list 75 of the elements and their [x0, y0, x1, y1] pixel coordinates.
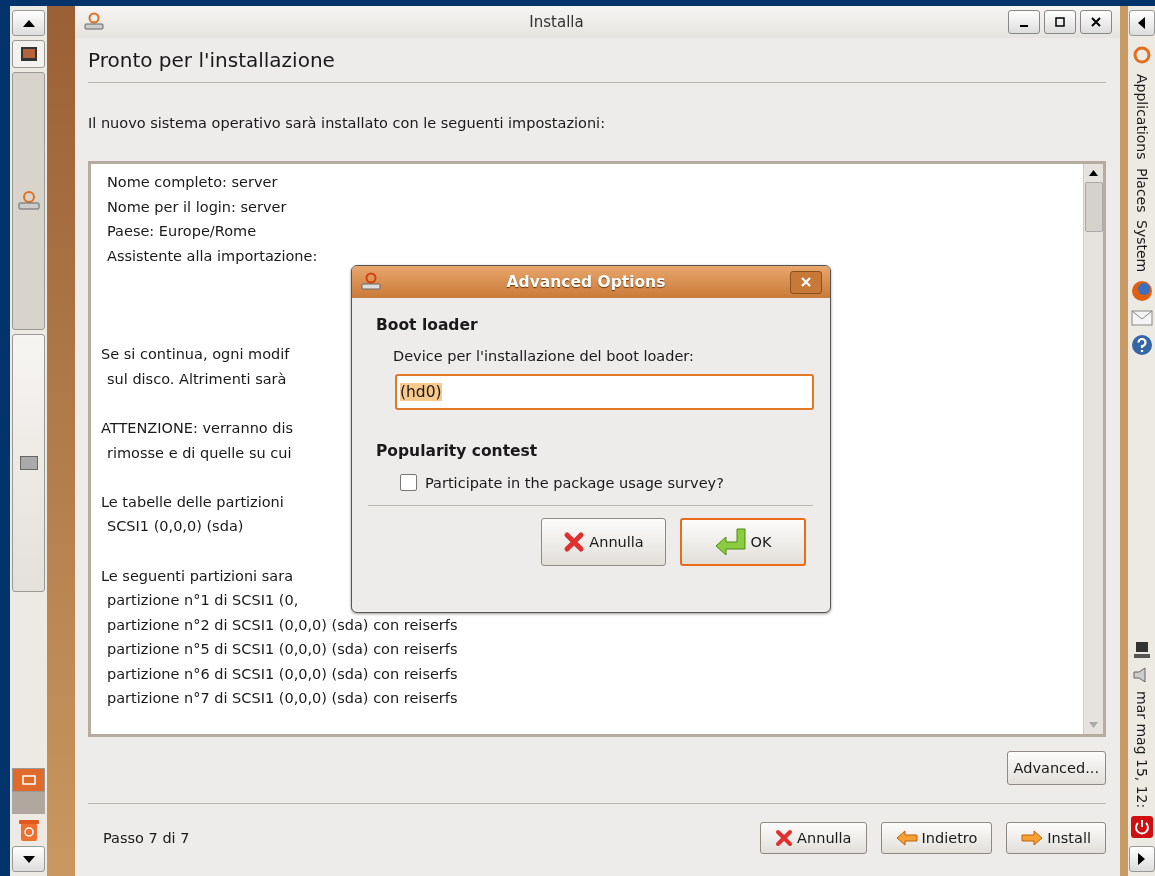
summary-line: partizione n°5 di SCSI1 (0,0,0) (sda) con reiserfs — [107, 640, 458, 660]
summary-line: Nome completo: server — [107, 173, 278, 192]
minimize-button[interactable] — [1008, 10, 1040, 34]
scroll-down-button[interactable] — [1128, 846, 1155, 872]
dialog-button[interactable]: OK — [680, 518, 806, 566]
workspace-switcher[interactable] — [12, 768, 45, 814]
close-icon — [1091, 17, 1101, 27]
device-input-field[interactable]: (hd0) — [395, 374, 814, 410]
step-indicator: Passo 7 di 7 — [103, 830, 190, 846]
up-arrow-icon — [22, 19, 35, 27]
summary-line: Le seguenti partizioni sara — [101, 566, 294, 586]
left-arrow-icon — [895, 830, 918, 846]
summary-line: partizione n°1 di SCSI1 (0, — [107, 591, 299, 611]
summary-line: partizione n°2 di SCSI1 (0,0,0) (sda) con reiserfs — [107, 615, 458, 635]
scroll-up-button[interactable] — [12, 10, 45, 36]
window-icon — [21, 775, 36, 785]
checkbox-label[interactable]: Participate in the package usage survey? — [425, 474, 724, 491]
close-icon — [801, 277, 811, 287]
minimize-icon — [1020, 24, 1028, 27]
summary-line: SCSI1 (0,0,0) (sda) — [107, 517, 244, 537]
menu-item[interactable]: Places — [1133, 167, 1150, 213]
section-heading: Popularity contest — [376, 442, 539, 460]
summary-line: Assistente alla importazione: — [107, 246, 318, 266]
summary-line: rimosse e di quelle su cui — [107, 443, 292, 463]
close-button[interactable] — [1080, 10, 1112, 34]
maximize-button[interactable] — [1044, 10, 1076, 34]
clock[interactable]: mar mag 15, 12: — [1133, 690, 1150, 808]
summary-line: sul disco. Altrimenti sarà — [107, 369, 287, 389]
summary-line: Paese: Europe/Rome — [107, 222, 257, 242]
summary-line: Se si continua, ogni modif — [101, 345, 290, 365]
footer-button[interactable]: Indietro — [880, 822, 993, 854]
menu-item[interactable]: System — [1133, 220, 1150, 273]
scrollbar-thumb[interactable] — [1084, 182, 1103, 232]
right-arrow-icon — [1138, 853, 1145, 865]
window-task-button[interactable] — [12, 334, 45, 592]
network-icon[interactable] — [1132, 640, 1151, 659]
cross-icon — [563, 531, 586, 553]
cross-icon — [775, 829, 794, 847]
footer-button[interactable]: Annulla — [760, 822, 867, 854]
summary-line: Le tabelle delle partizioni — [101, 492, 284, 512]
advanced-button[interactable]: Advanced... — [1006, 751, 1106, 785]
globe-icon[interactable] — [1130, 280, 1153, 303]
installer-icon — [16, 191, 41, 211]
summary-line: partizione n°6 di SCSI1 (0,0,0) (sda) con reiserfs — [107, 664, 458, 684]
scroll-down-button[interactable] — [12, 846, 45, 872]
maximize-icon — [1055, 17, 1065, 27]
desktop-icon — [19, 46, 38, 62]
left-arrow-icon — [1138, 17, 1145, 29]
section-heading: Boot loader — [376, 316, 479, 334]
field-label: Device per l'installazione del boot loader: — [392, 347, 695, 364]
summary-line: Nome per il login: server — [107, 197, 287, 217]
enter-arrow-icon — [714, 528, 747, 556]
power-icon[interactable] — [1130, 816, 1153, 838]
installer-icon — [83, 12, 105, 32]
dialog-button[interactable]: Annulla — [541, 518, 666, 566]
footer-button[interactable]: Install — [1006, 822, 1106, 854]
down-arrow-icon — [1089, 722, 1098, 728]
summary-line: ATTENZIONE: verranno dis — [101, 418, 294, 438]
page-heading: Pronto per l'installazione — [88, 47, 336, 74]
summary-line: partizione n°7 di SCSI1 (0,0,0) (sda) con reiserfs — [107, 689, 458, 709]
show-desktop-button[interactable] — [12, 40, 45, 68]
close-button[interactable] — [790, 270, 822, 294]
scrollbar[interactable] — [1083, 164, 1103, 734]
up-arrow-icon — [1089, 170, 1098, 176]
right-arrow-icon — [1021, 830, 1044, 846]
window-icon — [19, 456, 38, 470]
window-title: Installa — [528, 13, 585, 31]
menu-item[interactable]: Applications — [1133, 74, 1150, 160]
down-arrow-icon — [22, 855, 35, 863]
help-icon[interactable] — [1130, 334, 1153, 357]
checkbox[interactable] — [400, 474, 417, 491]
scroll-up-button[interactable] — [1128, 10, 1155, 36]
intro-text: Il nuovo sistema operativo sarà installato con le seguenti impostazioni: — [88, 115, 607, 131]
dialog-title: Advanced Options — [505, 273, 667, 291]
installer-icon — [360, 272, 382, 292]
